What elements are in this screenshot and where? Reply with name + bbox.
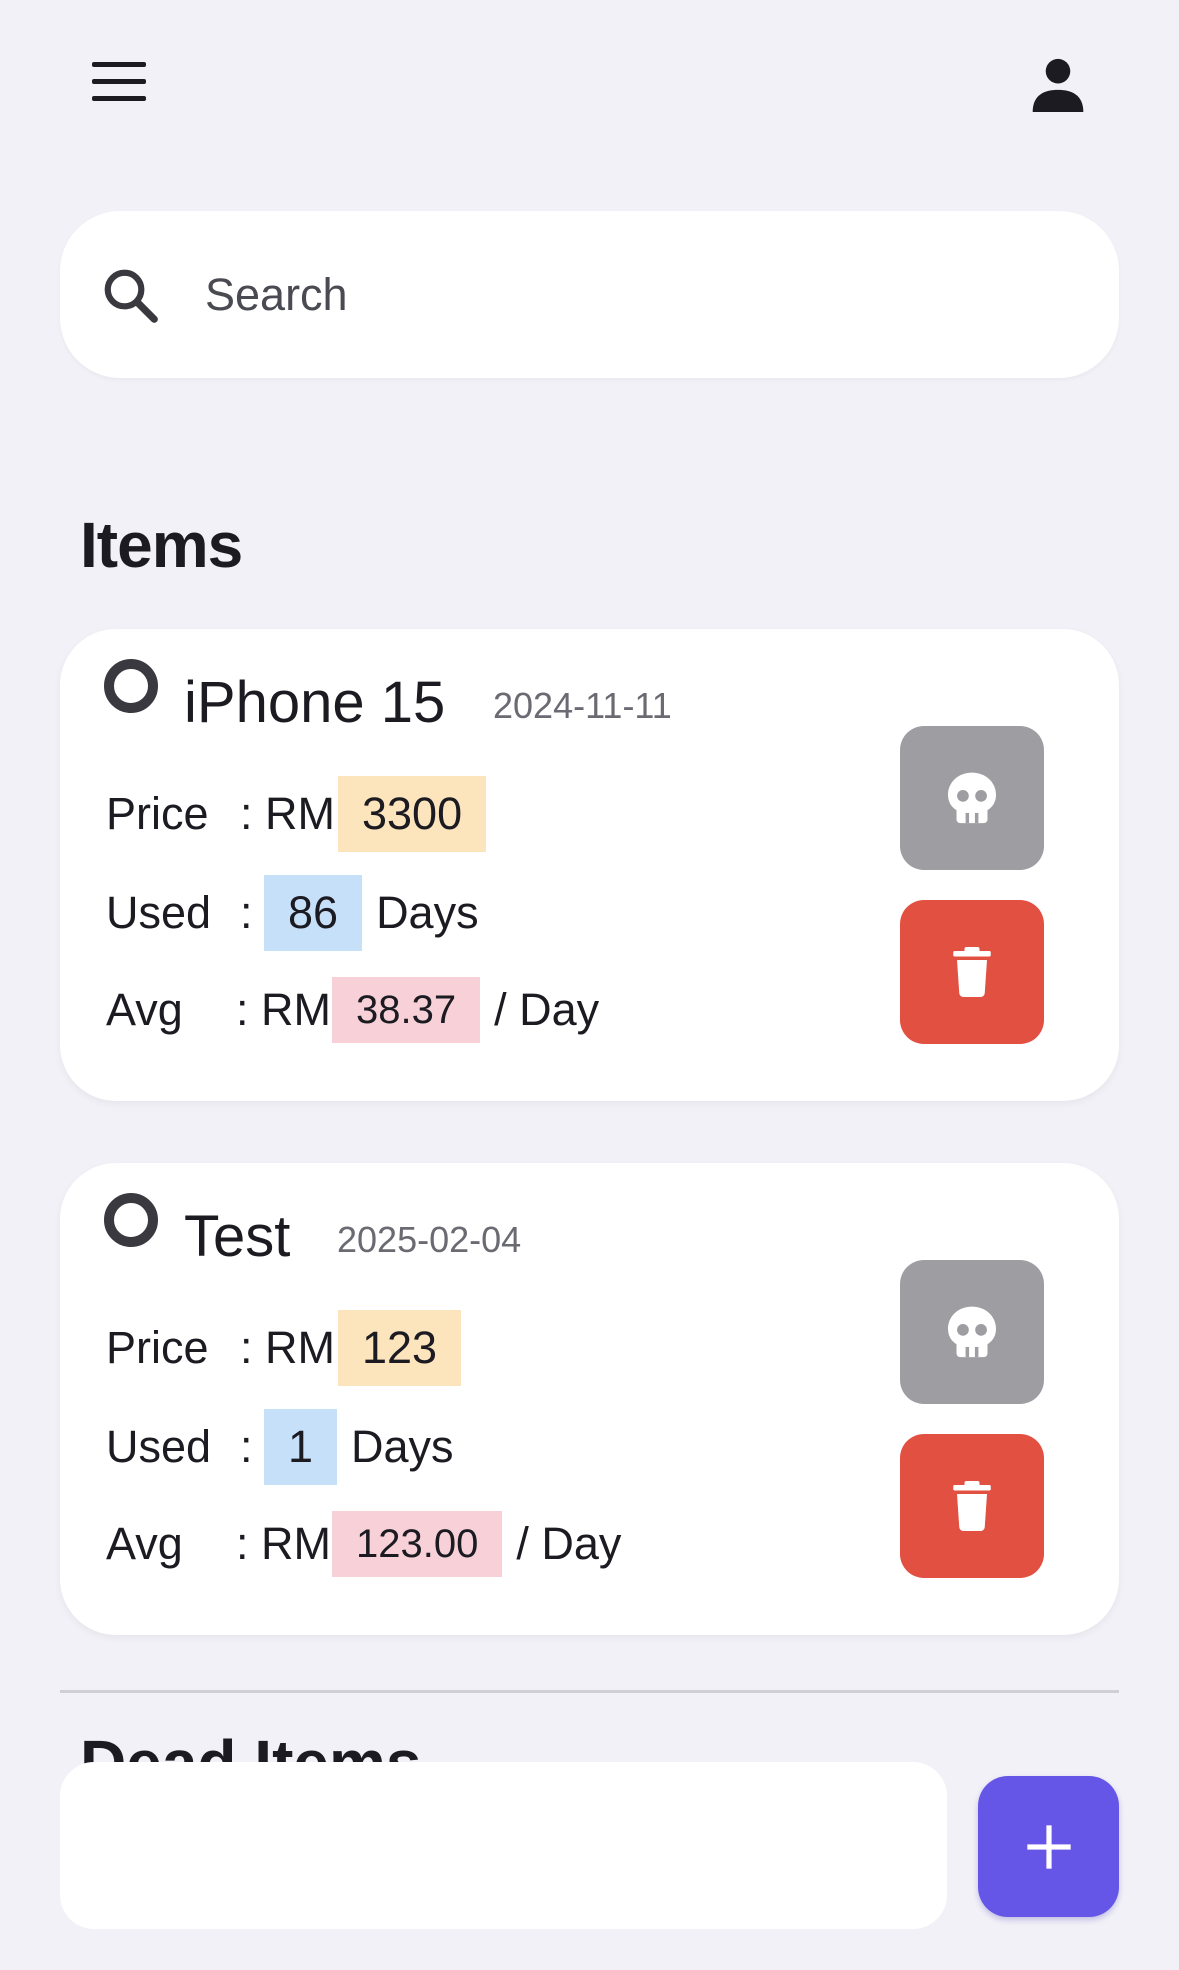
item-card: Test 2025-02-04 Price : RM 123 Used : 1 …	[60, 1163, 1119, 1635]
price-value: 3300	[338, 776, 487, 852]
item-select-radio[interactable]	[104, 659, 158, 713]
item-date: 2024-11-11	[493, 685, 672, 726]
used-days-value: 86	[264, 875, 363, 951]
price-label: Price	[106, 1322, 209, 1373]
used-row: Used : 1 Days	[106, 1409, 454, 1485]
section-divider	[60, 1690, 1119, 1693]
price-row: Price : RM 123	[106, 1310, 462, 1386]
dead-items-title-text: Dead Items	[80, 1727, 422, 1767]
items-section-title: Items	[80, 509, 243, 581]
mark-dead-button[interactable]	[900, 1260, 1044, 1404]
skull-icon	[948, 772, 996, 824]
mark-dead-button[interactable]	[900, 726, 1044, 870]
profile-button[interactable]	[1026, 52, 1090, 116]
used-label: Used	[106, 1421, 212, 1472]
avg-currency: : RM	[236, 984, 331, 1035]
price-currency: : RM	[240, 788, 335, 839]
used-label: Used	[106, 887, 212, 938]
used-days-value: 1	[264, 1409, 338, 1485]
price-currency: : RM	[240, 1322, 335, 1373]
avg-label: Avg	[106, 1518, 183, 1569]
price-value: 123	[338, 1310, 462, 1386]
menu-button[interactable]	[88, 58, 152, 108]
delete-button[interactable]	[900, 1434, 1044, 1578]
trash-icon	[953, 1481, 991, 1531]
avg-value: 38.37	[332, 977, 481, 1043]
price-label: Price	[106, 788, 209, 839]
avg-currency: : RM	[236, 1518, 331, 1569]
search-bar[interactable]	[60, 211, 1119, 378]
add-item-button[interactable]	[978, 1776, 1119, 1917]
item-select-radio[interactable]	[104, 1193, 158, 1247]
avg-row: Avg : RM 123.00 / Day	[106, 1506, 621, 1582]
avg-value: 123.00	[332, 1511, 503, 1577]
used-separator: :	[240, 887, 253, 938]
avg-unit: / Day	[494, 984, 600, 1035]
days-unit: Days	[351, 1421, 454, 1472]
price-row: Price : RM 3300	[106, 776, 487, 852]
avg-label: Avg	[106, 984, 183, 1035]
avg-unit: / Day	[516, 1518, 622, 1569]
used-row: Used : 86 Days	[106, 875, 479, 951]
skull-icon	[948, 1306, 996, 1358]
item-name: iPhone 15	[184, 670, 446, 735]
search-input[interactable]	[203, 251, 1087, 339]
delete-button[interactable]	[900, 900, 1044, 1044]
bottom-input-field[interactable]	[60, 1762, 947, 1929]
item-date: 2025-02-04	[337, 1219, 522, 1260]
search-icon	[104, 269, 158, 323]
item-name: Test	[184, 1204, 291, 1269]
item-card: iPhone 15 2024-11-11 Price : RM 3300 Use…	[60, 629, 1119, 1101]
avg-row: Avg : RM 38.37 / Day	[106, 972, 599, 1048]
days-unit: Days	[376, 887, 479, 938]
person-icon	[1032, 58, 1084, 112]
trash-icon	[953, 947, 991, 997]
used-separator: :	[240, 1421, 253, 1472]
plus-icon	[1026, 1824, 1071, 1869]
dead-items-section-title: Dead Items	[80, 1725, 421, 1767]
